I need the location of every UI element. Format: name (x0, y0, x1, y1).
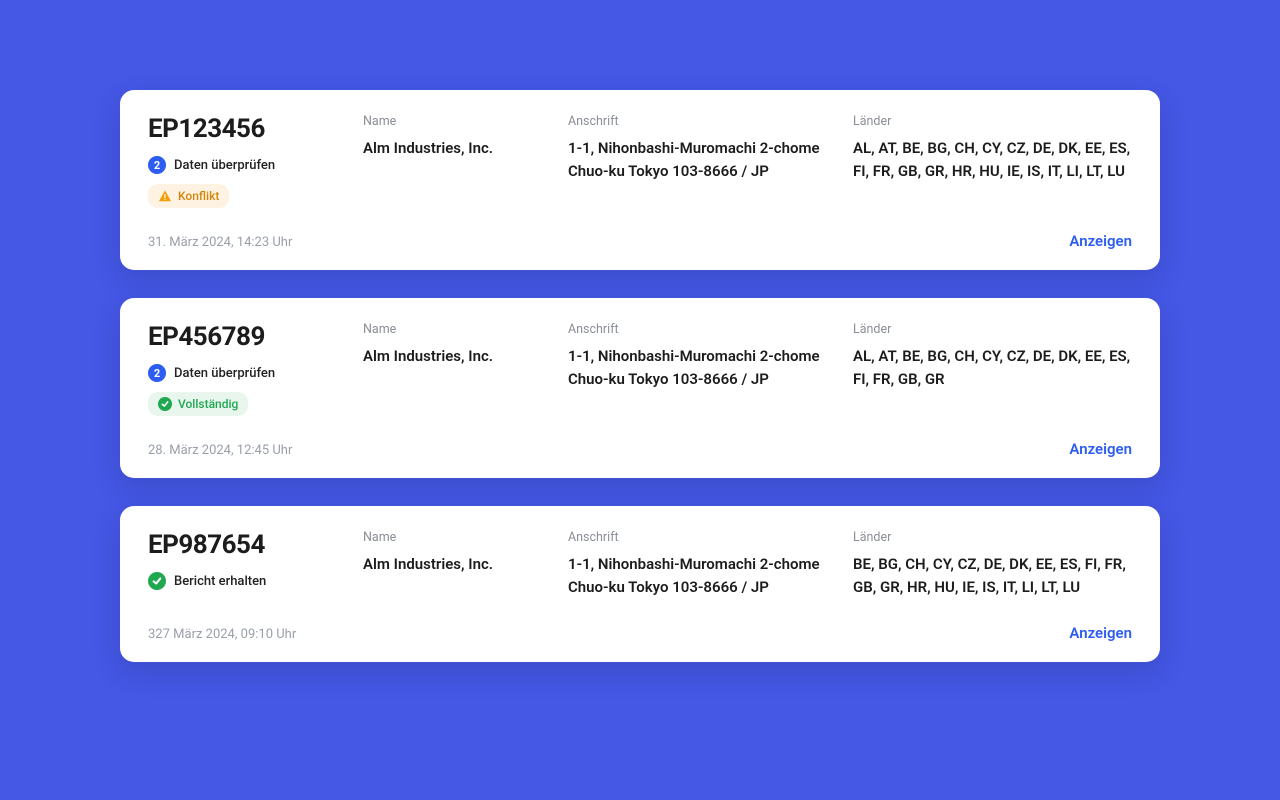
column-label-address: Anschrift (568, 530, 853, 545)
view-button[interactable]: Anzeigen (1069, 440, 1132, 458)
countries-column: Länder AL, AT, BE, BG, CH, CY, CZ, DE, D… (853, 322, 1132, 390)
status-badge-ok: Vollständig (148, 392, 248, 416)
svg-text:!: ! (164, 193, 166, 202)
record-id: EP987654 (148, 530, 353, 560)
column-label-countries: Länder (853, 530, 1132, 545)
timestamp: 327 März 2024, 09:10 Uhr (148, 627, 296, 642)
column-label-address: Anschrift (568, 322, 853, 337)
name-value: Alm Industries, Inc. (363, 137, 568, 160)
badge-label: Konflikt (178, 189, 219, 203)
view-button[interactable]: Anzeigen (1069, 624, 1132, 642)
column-label-name: Name (363, 114, 568, 129)
name-column: Name Alm Industries, Inc. (363, 322, 568, 368)
address-value: 1-1, Nihonbashi-Muromachi 2-chome Chuo-k… (568, 345, 853, 390)
countries-column: Länder BE, BG, CH, CY, CZ, DE, DK, EE, E… (853, 530, 1132, 598)
column-label-name: Name (363, 322, 568, 337)
address-column: Anschrift 1-1, Nihonbashi-Muromachi 2-ch… (568, 530, 853, 598)
badge-label: Vollständig (178, 397, 238, 411)
name-column: Name Alm Industries, Inc. (363, 530, 568, 576)
status-badge-warn: ! Konflikt (148, 184, 229, 208)
step-number-icon: 2 (148, 364, 166, 382)
record-id: EP123456 (148, 114, 353, 144)
step-label: Bericht erhalten (174, 574, 266, 589)
countries-value: AL, AT, BE, BG, CH, CY, CZ, DE, DK, EE, … (853, 345, 1132, 390)
address-column: Anschrift 1-1, Nihonbashi-Muromachi 2-ch… (568, 114, 853, 182)
step-row: 2 Daten überprüfen (148, 364, 353, 382)
check-icon (148, 572, 166, 590)
countries-value: AL, AT, BE, BG, CH, CY, CZ, DE, DK, EE, … (853, 137, 1132, 182)
step-row: 2 Daten überprüfen (148, 156, 353, 174)
column-label-countries: Länder (853, 322, 1132, 337)
name-value: Alm Industries, Inc. (363, 553, 568, 576)
countries-column: Länder AL, AT, BE, BG, CH, CY, CZ, DE, D… (853, 114, 1132, 182)
record-id: EP456789 (148, 322, 353, 352)
step-number-icon: 2 (148, 156, 166, 174)
column-label-countries: Länder (853, 114, 1132, 129)
address-value: 1-1, Nihonbashi-Muromachi 2-chome Chuo-k… (568, 553, 853, 598)
check-icon (158, 397, 172, 411)
address-column: Anschrift 1-1, Nihonbashi-Muromachi 2-ch… (568, 322, 853, 390)
column-label-address: Anschrift (568, 114, 853, 129)
record-card: EP987654 Bericht erhalten Name Alm Indus… (120, 506, 1160, 662)
timestamp: 31. März 2024, 14:23 Uhr (148, 235, 292, 250)
record-card: EP123456 2 Daten überprüfen ! Konflikt N… (120, 90, 1160, 270)
view-button[interactable]: Anzeigen (1069, 232, 1132, 250)
timestamp: 28. März 2024, 12:45 Uhr (148, 443, 292, 458)
warning-icon: ! (158, 189, 172, 203)
countries-value: BE, BG, CH, CY, CZ, DE, DK, EE, ES, FI, … (853, 553, 1132, 598)
step-row: Bericht erhalten (148, 572, 353, 590)
record-card: EP456789 2 Daten überprüfen Vollständig … (120, 298, 1160, 478)
name-column: Name Alm Industries, Inc. (363, 114, 568, 160)
column-label-name: Name (363, 530, 568, 545)
address-value: 1-1, Nihonbashi-Muromachi 2-chome Chuo-k… (568, 137, 853, 182)
step-label: Daten überprüfen (174, 366, 275, 381)
name-value: Alm Industries, Inc. (363, 345, 568, 368)
step-label: Daten überprüfen (174, 158, 275, 173)
